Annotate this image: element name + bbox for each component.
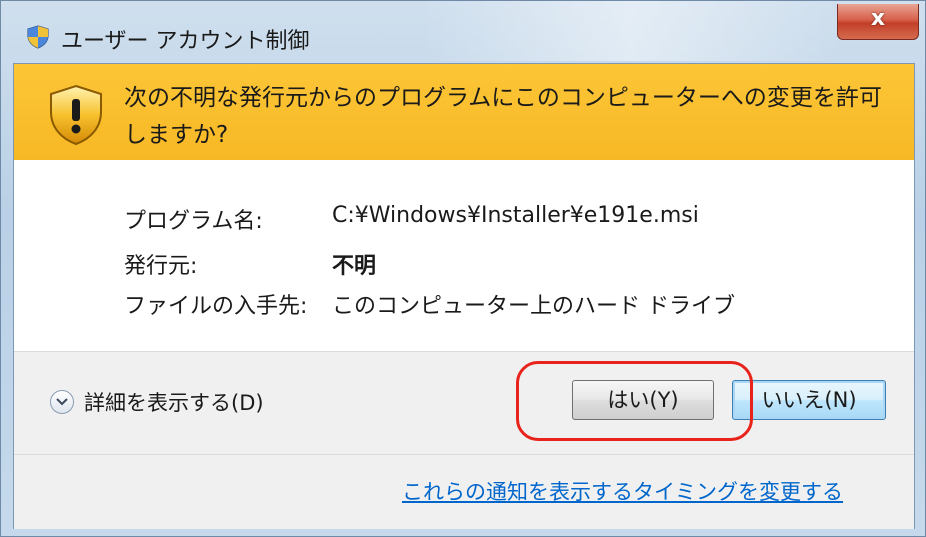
banner-message: 次の不明な発行元からのプログラムにこのコンピューターへの変更を許可しますか? <box>124 85 882 148</box>
program-details: プログラム名: C:¥Windows¥Installer¥e191e.msi 発… <box>14 160 914 350</box>
show-details-label: 詳細を表示する(D) <box>84 391 264 415</box>
chevron-down-icon <box>50 390 74 414</box>
uac-shield-icon <box>27 25 49 49</box>
dialog-footer: 詳細を表示する(D) はい(Y) いいえ(N) これらの通知を表示するタイミング… <box>14 351 914 529</box>
warning-banner: 次の不明な発行元からのプログラムにこのコンピューターへの変更を許可しますか? <box>14 64 914 161</box>
detail-row-program-name: プログラム名: C:¥Windows¥Installer¥e191e.msi <box>124 203 699 235</box>
detail-label: ファイルの入手先: <box>124 294 308 319</box>
no-button[interactable]: いいえ(N) <box>732 380 886 420</box>
window-title: ユーザー アカウント制御 <box>61 29 310 54</box>
detail-row-publisher: 発行元: 不明 <box>124 248 376 280</box>
detail-label: プログラム名: <box>124 209 263 234</box>
footer-divider <box>14 454 914 455</box>
close-button[interactable]: x <box>837 4 919 40</box>
title-bar: ユーザー アカウント制御 x <box>1 1 926 63</box>
show-details-toggle[interactable]: 詳細を表示する(D) <box>50 387 264 417</box>
dialog-body: 次の不明な発行元からのプログラムにこのコンピューターへの変更を許可しますか? プ… <box>13 63 915 529</box>
detail-value: 不明 <box>332 254 377 279</box>
close-icon: x <box>870 6 886 31</box>
detail-value: このコンピューター上のハード ドライブ <box>332 294 735 319</box>
annotation-circle <box>516 361 753 441</box>
detail-value: C:¥Windows¥Installer¥e191e.msi <box>332 203 699 228</box>
detail-label: 発行元: <box>124 254 198 279</box>
change-notification-link[interactable]: これらの通知を表示するタイミングを変更する <box>402 476 843 506</box>
detail-row-file-origin: ファイルの入手先: このコンピューター上のハード ドライブ <box>124 288 735 320</box>
warning-shield-icon <box>50 84 102 146</box>
uac-dialog-window: ユーザー アカウント制御 x 次の不明な発行元からのプログラムにこのコンピュータ… <box>0 0 926 537</box>
